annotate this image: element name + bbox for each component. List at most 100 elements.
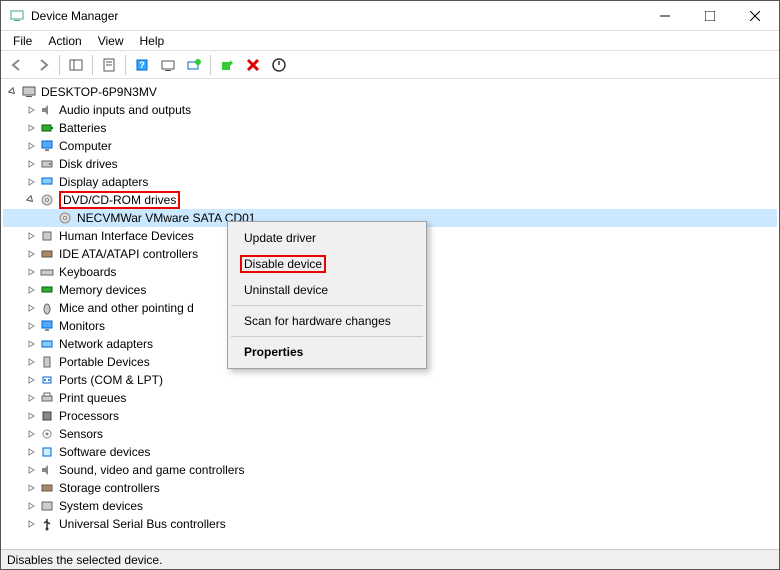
expander-open-icon[interactable] — [23, 192, 39, 208]
tree-item-display[interactable]: Display adapters — [3, 173, 777, 191]
storage-icon — [39, 480, 55, 496]
expander-closed-icon[interactable] — [23, 318, 39, 334]
tree-item-printq[interactable]: Print queues — [3, 389, 777, 407]
toolbar: ? — [1, 51, 779, 79]
toolbar-separator — [59, 55, 60, 75]
app-icon — [9, 8, 25, 24]
expander-closed-icon[interactable] — [23, 372, 39, 388]
expander-closed-icon[interactable] — [23, 102, 39, 118]
menu-file[interactable]: File — [5, 32, 40, 50]
node-label: Memory devices — [59, 283, 146, 297]
tree-item-sensors[interactable]: Sensors — [3, 425, 777, 443]
forward-button[interactable] — [31, 53, 55, 77]
context-menu: Update driver Disable device Uninstall d… — [227, 221, 427, 369]
node-label: DVD/CD-ROM drives — [59, 191, 180, 209]
expander-closed-icon[interactable] — [23, 336, 39, 352]
node-label: Keyboards — [59, 265, 116, 279]
help-button[interactable]: ? — [130, 53, 154, 77]
ctx-update-driver[interactable]: Update driver — [230, 226, 424, 250]
tree-item-batteries[interactable]: Batteries — [3, 119, 777, 137]
tree-root[interactable]: DESKTOP-6P9N3MV — [3, 83, 777, 101]
expander-closed-icon[interactable] — [23, 156, 39, 172]
node-label: System devices — [59, 499, 143, 513]
ctx-properties[interactable]: Properties — [230, 340, 424, 364]
expander-closed-icon[interactable] — [23, 120, 39, 136]
node-label: Human Interface Devices — [59, 229, 194, 243]
menu-help[interactable]: Help — [132, 32, 173, 50]
expander-closed-icon[interactable] — [23, 354, 39, 370]
expander-closed-icon[interactable] — [23, 282, 39, 298]
expander-closed-icon[interactable] — [23, 390, 39, 406]
window-title: Device Manager — [31, 9, 642, 23]
tree-item-computer[interactable]: Computer — [3, 137, 777, 155]
titlebar: Device Manager — [1, 1, 779, 31]
expander-closed-icon[interactable] — [23, 408, 39, 424]
minimize-button[interactable] — [642, 2, 687, 30]
properties-button[interactable] — [97, 53, 121, 77]
uninstall-button[interactable] — [241, 53, 265, 77]
tree-item-system[interactable]: System devices — [3, 497, 777, 515]
battery-icon — [39, 120, 55, 136]
expander-closed-icon[interactable] — [23, 264, 39, 280]
expander-closed-icon[interactable] — [23, 480, 39, 496]
tree-item-storage[interactable]: Storage controllers — [3, 479, 777, 497]
disk-icon — [39, 156, 55, 172]
expander-open-icon[interactable] — [5, 84, 21, 100]
expander-closed-icon[interactable] — [23, 462, 39, 478]
expander-closed-icon[interactable] — [23, 498, 39, 514]
usb-icon — [39, 516, 55, 532]
update-driver-button[interactable] — [182, 53, 206, 77]
monitor-icon — [39, 138, 55, 154]
back-button[interactable] — [5, 53, 29, 77]
tree-item-sound[interactable]: Sound, video and game controllers — [3, 461, 777, 479]
tree-item-dvd[interactable]: DVD/CD-ROM drives — [3, 191, 777, 209]
expander-closed-icon[interactable] — [23, 246, 39, 262]
node-label: Portable Devices — [59, 355, 150, 369]
scan-button[interactable] — [156, 53, 180, 77]
expander-closed-icon[interactable] — [23, 174, 39, 190]
display-adapter-icon — [39, 174, 55, 190]
software-icon — [39, 444, 55, 460]
menubar: File Action View Help — [1, 31, 779, 51]
expander-none — [41, 210, 57, 226]
node-label: Disk drives — [59, 157, 118, 171]
monitor-icon — [39, 318, 55, 334]
mouse-icon — [39, 300, 55, 316]
expander-closed-icon[interactable] — [23, 516, 39, 532]
expander-closed-icon[interactable] — [23, 228, 39, 244]
close-button[interactable] — [732, 2, 777, 30]
ctx-uninstall-device[interactable]: Uninstall device — [230, 278, 424, 302]
toolbar-separator — [210, 55, 211, 75]
expander-closed-icon[interactable] — [23, 444, 39, 460]
enable-button[interactable] — [215, 53, 239, 77]
toolbar-separator — [92, 55, 93, 75]
disable-button[interactable] — [267, 53, 291, 77]
sound-icon — [39, 462, 55, 478]
port-icon — [39, 372, 55, 388]
maximize-button[interactable] — [687, 2, 732, 30]
ctx-scan-hardware[interactable]: Scan for hardware changes — [230, 309, 424, 333]
tree-item-software[interactable]: Software devices — [3, 443, 777, 461]
status-text: Disables the selected device. — [7, 553, 162, 567]
computer-icon — [21, 84, 37, 100]
menu-action[interactable]: Action — [40, 32, 89, 50]
ctx-separator — [231, 305, 423, 306]
statusbar: Disables the selected device. — [1, 549, 779, 569]
tree-item-disk[interactable]: Disk drives — [3, 155, 777, 173]
tree-item-processors[interactable]: Processors — [3, 407, 777, 425]
ide-icon — [39, 246, 55, 262]
expander-closed-icon[interactable] — [23, 426, 39, 442]
show-hide-tree-button[interactable] — [64, 53, 88, 77]
tree-item-audio[interactable]: Audio inputs and outputs — [3, 101, 777, 119]
printer-icon — [39, 390, 55, 406]
node-label: Network adapters — [59, 337, 153, 351]
dvd-icon — [39, 192, 55, 208]
node-label: Audio inputs and outputs — [59, 103, 191, 117]
node-label: Universal Serial Bus controllers — [59, 517, 226, 531]
tree-item-ports[interactable]: Ports (COM & LPT) — [3, 371, 777, 389]
menu-view[interactable]: View — [90, 32, 132, 50]
ctx-disable-device[interactable]: Disable device — [230, 250, 424, 278]
expander-closed-icon[interactable] — [23, 138, 39, 154]
expander-closed-icon[interactable] — [23, 300, 39, 316]
tree-item-usb[interactable]: Universal Serial Bus controllers — [3, 515, 777, 533]
